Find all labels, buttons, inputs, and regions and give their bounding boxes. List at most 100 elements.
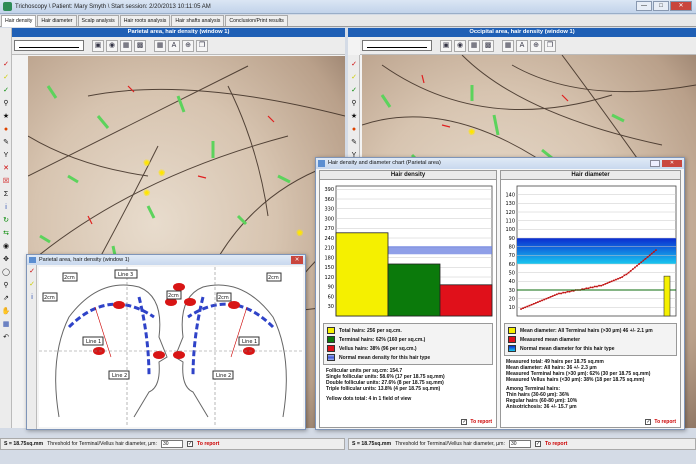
marker-green-icon[interactable]: ✓ — [0, 84, 12, 97]
print-icon[interactable]: ▩ — [134, 39, 146, 52]
star-icon[interactable]: ★ — [348, 110, 360, 123]
sum-icon[interactable]: Σ — [0, 188, 12, 201]
diameter-point — [613, 279, 615, 282]
left-tool-sidebar: ✓ ✓ ✓ ⚲ ★ ● ✎ Y ✕ ☒ Σ i ↻ ⇆ ◉ ✥ ◯ ⚲ ⇗ ✋ … — [0, 28, 12, 428]
target-icon[interactable]: ⊕ — [182, 39, 194, 52]
marker-red-icon[interactable]: ✓ — [0, 58, 12, 71]
minimize-button[interactable]: — — [636, 1, 652, 11]
legend-label: Mean diameter: All Terminal hairs (>30 µ… — [520, 327, 653, 334]
rotate-icon[interactable]: ↻ — [0, 214, 12, 227]
flip-icon[interactable]: ⇆ — [0, 227, 12, 240]
legend-swatch — [327, 327, 335, 334]
windows-icon[interactable]: ❐ — [196, 39, 208, 52]
scale-ruler[interactable] — [14, 40, 84, 51]
mini-marker-icon[interactable]: ✓ — [27, 265, 37, 278]
camera-icon[interactable]: ◉ — [106, 39, 118, 52]
mini-info-icon[interactable]: i — [27, 291, 37, 304]
to-report-label: To report — [196, 441, 220, 447]
marker-yellow-icon[interactable]: ✓ — [348, 71, 360, 84]
auto-detect-icon[interactable]: A — [516, 39, 528, 52]
tab-hair-diameter[interactable]: Hair diameter — [37, 15, 77, 26]
diameter-point — [604, 283, 607, 285]
label-2cm: 2cm — [64, 275, 75, 281]
diameter-to-report-checkbox[interactable]: ✓ — [645, 419, 652, 425]
maximize-button[interactable]: □ — [653, 1, 669, 11]
legend-label: Vellus hairs: 38% (96 per sq.cm.) — [339, 345, 417, 352]
magnifier-icon[interactable]: ⚲ — [0, 97, 12, 110]
stat-yellow-dots: Yellow dots total: 4 in 1 field of view — [326, 396, 412, 402]
pen-icon[interactable]: ✎ — [0, 136, 12, 149]
pen-icon[interactable]: ✎ — [348, 136, 360, 149]
scale-ruler-right[interactable] — [362, 40, 432, 51]
y-tick-label: 120 — [505, 210, 515, 216]
y-tick-label: 150 — [324, 265, 334, 271]
to-report-checkbox[interactable]: ✓ — [186, 441, 193, 447]
diameter-point — [551, 295, 554, 297]
window-icon — [29, 257, 36, 263]
eye-icon[interactable]: ◉ — [0, 240, 12, 253]
open-image-icon[interactable]: ▣ — [92, 39, 104, 52]
diameter-to-report-label: To report — [654, 419, 676, 425]
diameter-point — [640, 261, 643, 264]
diameter-legend: Mean diameter: All Terminal hairs (>30 µ… — [504, 323, 677, 356]
chart-window-title-bar: Hair density and diameter chart (Parieta… — [316, 158, 684, 169]
save-icon[interactable]: ▦ — [120, 39, 132, 52]
chart-minimize-button[interactable] — [650, 160, 660, 167]
lasso-icon[interactable]: ◯ — [0, 266, 12, 279]
delete-all-icon[interactable]: ☒ — [0, 175, 12, 188]
info-icon[interactable]: i — [0, 201, 12, 214]
head-diagram: 2cm Line 3 2cm 2cm 2cm 2cm Line 1 Line 2… — [39, 267, 303, 427]
diameter-point — [644, 258, 647, 260]
marker-red-icon[interactable]: ✓ — [348, 58, 360, 71]
close-button[interactable]: ✕ — [670, 1, 692, 11]
export-icon[interactable]: ⇗ — [0, 292, 12, 305]
y-tick-label: 330 — [324, 207, 334, 213]
print-icon[interactable]: ▩ — [482, 39, 494, 52]
delete-icon[interactable]: ✕ — [0, 162, 12, 175]
star-icon[interactable]: ★ — [0, 110, 12, 123]
to-report-checkbox[interactable]: ✓ — [534, 441, 541, 447]
mini-close-button[interactable]: ✕ — [291, 256, 303, 264]
y-tool-icon[interactable]: Y — [0, 149, 12, 162]
right-panel-title: Occipital area, hair density (window 1) — [348, 28, 696, 37]
undo-icon[interactable]: ↶ — [0, 331, 12, 344]
threshold-input[interactable]: 30 — [508, 440, 531, 448]
mini-marker-yellow-icon[interactable]: ✓ — [27, 278, 37, 291]
color-picker-icon[interactable]: ● — [348, 123, 360, 136]
open-image-icon[interactable]: ▣ — [440, 39, 452, 52]
legend-measured-mean: Measured mean diameter — [508, 335, 673, 344]
fit-icon[interactable]: ▦ — [0, 318, 12, 331]
tab-scalp-analysis[interactable]: Scalp analysis — [77, 15, 119, 26]
auto-detect-icon[interactable]: A — [168, 39, 180, 52]
threshold-input[interactable]: 30 — [160, 440, 183, 448]
tab-hair-shafts-analysis[interactable]: Hair shafts analysis — [171, 15, 225, 26]
diameter-point — [549, 296, 552, 298]
tab-hair-roots-analysis[interactable]: Hair roots analysis — [119, 15, 171, 26]
move-icon[interactable]: ✥ — [0, 253, 12, 266]
marker-green-icon[interactable]: ✓ — [348, 84, 360, 97]
chart-window[interactable]: Hair density and diameter chart (Parieta… — [315, 157, 685, 430]
diameter-point — [642, 259, 645, 262]
zoom-icon[interactable]: ⚲ — [0, 279, 12, 292]
left-status-bar: S = 18.75sq.mm Threshold for Terminal/Ve… — [0, 438, 345, 450]
mini-map-window[interactable]: Parietal area, hair density (window 1) ✕… — [26, 254, 306, 430]
color-picker-icon[interactable]: ● — [0, 123, 12, 136]
density-chart: 30 60 90 120 150 180 210 240 270 300 330 360 390 — [324, 185, 493, 317]
magnifier-icon[interactable]: ⚲ — [348, 97, 360, 110]
chart-close-button[interactable]: ✕ — [662, 160, 682, 167]
hand-icon[interactable]: ✋ — [0, 305, 12, 318]
y-tick-label: 270 — [324, 226, 334, 232]
target-icon[interactable]: ⊕ — [530, 39, 542, 52]
marker-yellow-icon[interactable]: ✓ — [0, 71, 12, 84]
grid-icon[interactable]: ▦ — [502, 39, 514, 52]
tab-hair-density[interactable]: Hair density — [1, 15, 37, 27]
save-icon[interactable]: ▦ — [468, 39, 480, 52]
camera-icon[interactable]: ◉ — [454, 39, 466, 52]
tab-conclusion[interactable]: Conclusion/Print results — [225, 15, 288, 26]
density-to-report-checkbox[interactable]: ✓ — [461, 419, 468, 425]
grid-icon[interactable]: ▦ — [154, 39, 166, 52]
label-2cm: 2cm — [218, 295, 229, 301]
windows-icon[interactable]: ❐ — [544, 39, 556, 52]
label-line-1: Line 1 — [242, 339, 257, 345]
diameter-point — [526, 305, 529, 308]
